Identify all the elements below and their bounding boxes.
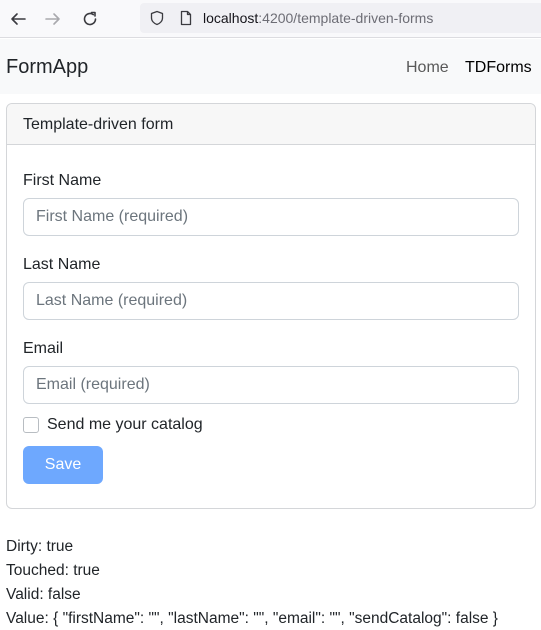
card-header: Template-driven form [7, 104, 535, 145]
email-label: Email [23, 340, 64, 357]
browser-toolbar: localhost:4200/template-driven-forms [0, 0, 541, 38]
status-value: Value: { "firstName": "", "lastName": ""… [6, 610, 498, 627]
reload-button[interactable] [77, 6, 103, 32]
nav-link-tdforms[interactable]: TDForms [465, 59, 532, 77]
status-dirty: Dirty: true [6, 538, 74, 555]
url-text[interactable]: localhost:4200/template-driven-forms [203, 10, 433, 26]
last-name-label: Last Name [23, 256, 101, 273]
send-catalog-row: Send me your catalog [23, 416, 203, 434]
app-navbar: FormApp Home TDForms [0, 39, 541, 94]
back-button[interactable] [5, 6, 31, 32]
first-name-input[interactable] [23, 198, 519, 236]
back-arrow-icon [11, 13, 26, 25]
page-icon[interactable] [178, 10, 194, 26]
reload-icon [83, 11, 97, 26]
status-valid: Valid: false [6, 586, 81, 603]
email-input[interactable] [23, 366, 519, 404]
brand-link[interactable]: FormApp [6, 56, 88, 79]
nav-link-home[interactable]: Home [406, 59, 449, 77]
send-catalog-label[interactable]: Send me your catalog [47, 416, 203, 434]
forward-button[interactable] [40, 6, 66, 32]
forward-arrow-icon [45, 13, 60, 25]
status-touched: Touched: true [6, 562, 100, 579]
shield-icon[interactable] [149, 10, 165, 26]
url-host: localhost [203, 10, 259, 26]
send-catalog-checkbox[interactable] [23, 417, 39, 433]
address-bar[interactable]: localhost:4200/template-driven-forms [140, 3, 541, 33]
first-name-label: First Name [23, 172, 102, 189]
url-path: :4200/template-driven-forms [258, 10, 434, 26]
last-name-input[interactable] [23, 282, 519, 320]
form-card: Template-driven form First Name Last Nam… [6, 103, 536, 509]
save-button[interactable]: Save [23, 446, 103, 484]
